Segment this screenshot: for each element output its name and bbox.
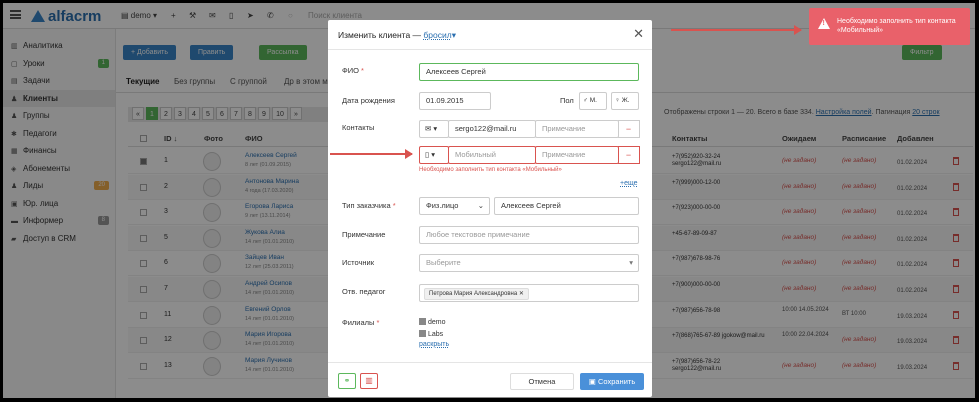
fio-label: ФИО * <box>342 66 364 75</box>
male-icon: ♂ <box>583 97 588 104</box>
delete-button[interactable]: ▥ <box>360 373 378 389</box>
birthdate-label: Дата рождения <box>342 96 395 105</box>
branch-demo-checkbox[interactable]: demo <box>419 318 445 326</box>
notification-text: Необходимо заполнить тип контакта «Мобил… <box>837 18 956 34</box>
add-more-contacts-link[interactable]: +еще <box>620 180 638 187</box>
annotation-arrow <box>671 25 802 35</box>
cancel-button[interactable]: Отмена <box>510 373 574 390</box>
mobile-note-input[interactable]: Примечание <box>535 146 619 164</box>
gender-female-button[interactable]: ♀ Ж. <box>611 92 639 110</box>
annotation-arrow <box>330 149 413 159</box>
trash-icon: ▥ <box>365 376 373 385</box>
gender-label: Пол <box>560 96 574 105</box>
contacts-label: Контакты <box>342 123 375 132</box>
contact-type-email[interactable]: ✉ ▾ <box>419 120 449 138</box>
female-icon: ♀ <box>615 97 620 104</box>
error-notification[interactable]: Необходимо заполнить тип контакта «Мобил… <box>809 8 970 45</box>
checkbox-icon <box>419 318 426 325</box>
save-button[interactable]: ▣ Сохранить <box>580 373 644 390</box>
remove-email-button[interactable]: − <box>618 120 640 138</box>
teacher-tag: Петрова Мария Александровна ✕ <box>424 288 529 300</box>
merge-button[interactable]: ⚭ <box>338 373 356 389</box>
checkbox-icon <box>419 330 426 337</box>
customer-name-input[interactable]: Алексеев Сергей <box>494 197 639 215</box>
branches-label: Филиалы * <box>342 318 380 327</box>
branch-labs-checkbox[interactable]: Labs <box>419 330 443 338</box>
modal-footer: ⚭ ▥ Отмена ▣ Сохранить <box>328 362 652 397</box>
teacher-label: Отв. педагог <box>342 287 386 296</box>
mobile-error-message: Необходимо заполнить тип контакта «Мобил… <box>419 167 562 173</box>
chevron-down-icon: ⌄ <box>477 201 484 210</box>
note-textarea[interactable]: Любое текстовое примечание <box>419 226 639 244</box>
modal-header: Изменить клиента — бросил▾ ✕ <box>328 20 652 50</box>
teacher-select[interactable]: Петрова Мария Александровна ✕ <box>419 284 639 302</box>
merge-icon: ⚭ <box>343 376 351 385</box>
mobile-icon: ▯ <box>425 150 430 159</box>
chevron-down-icon: ▾ <box>629 258 633 267</box>
remove-tag-icon[interactable]: ✕ <box>519 291 524 297</box>
gender-male-button[interactable]: ♂ М. <box>579 92 607 110</box>
note-label: Примечание <box>342 230 386 239</box>
contact-type-mobile[interactable]: ▯ ▾ <box>419 146 449 164</box>
customer-type-select[interactable]: Физ.лицо ⌄ <box>419 197 490 215</box>
app-window: alfacrm ▤ demo ▾ + ⚒ ✉ ▯ ➤ ✆ ○ Поиск кли… <box>3 3 975 398</box>
expand-branches-link[interactable]: раскрыть <box>419 341 449 348</box>
customer-type-label: Тип заказчика * <box>342 201 396 210</box>
birthdate-input[interactable]: 01.09.2015 <box>419 92 491 110</box>
email-note-input[interactable]: Примечание <box>535 120 619 138</box>
warning-icon <box>818 18 830 29</box>
source-label: Источник <box>342 258 375 267</box>
status-dropdown[interactable]: бросил <box>423 30 451 40</box>
edit-client-modal: Изменить клиента — бросил▾ ✕ ФИО * Алекс… <box>328 20 652 397</box>
floppy-icon: ▣ <box>588 377 596 386</box>
source-select[interactable]: Выберите ▾ <box>419 254 639 272</box>
mobile-input[interactable]: Мобильный <box>448 146 536 164</box>
email-input[interactable]: sergo122@mail.ru <box>448 120 536 138</box>
close-icon[interactable]: ✕ <box>633 26 644 42</box>
fio-input[interactable]: Алексеев Сергей <box>419 63 639 81</box>
remove-mobile-button[interactable]: − <box>618 146 640 164</box>
modal-title: Изменить клиента — бросил▾ <box>338 30 456 40</box>
envelope-icon: ✉ <box>425 124 432 133</box>
